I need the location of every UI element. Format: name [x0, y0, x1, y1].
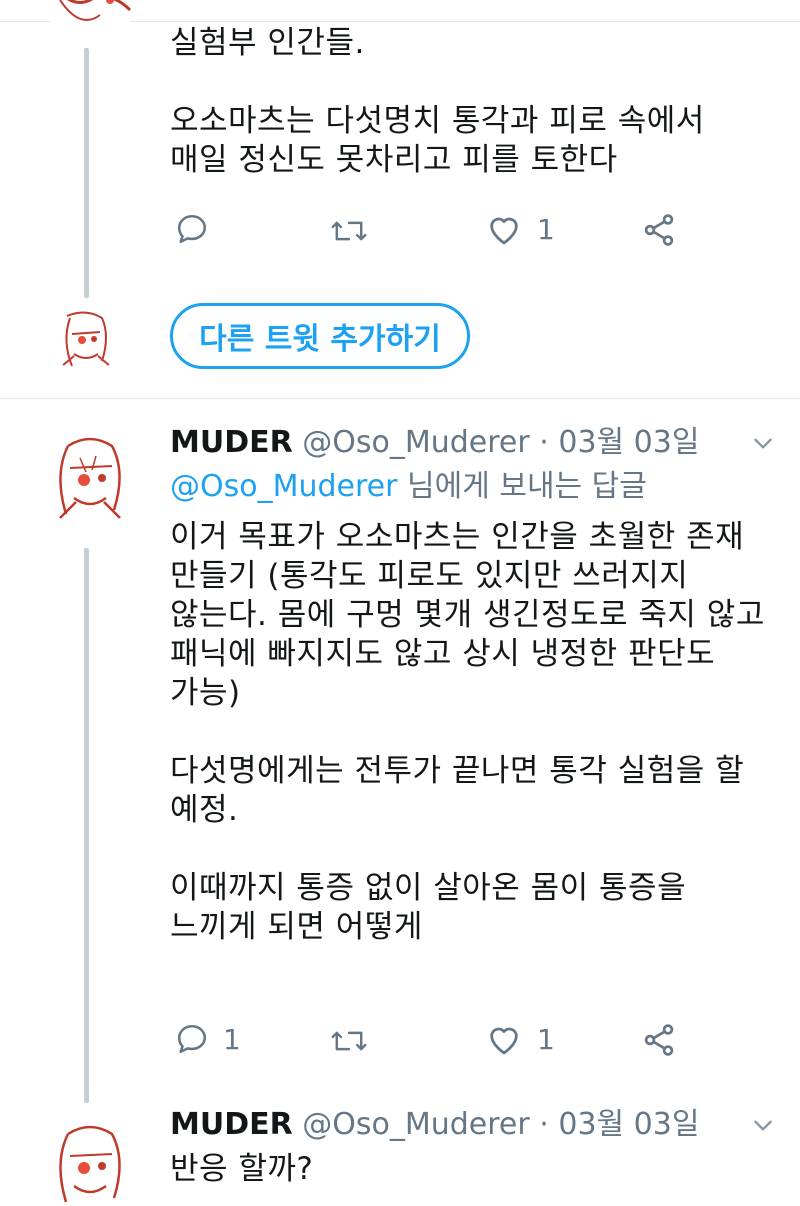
- display-name[interactable]: MUDER: [170, 1107, 293, 1142]
- tweet-text: 실험부 인간들. 오소마츠는 다섯명치 통각과 피로 속에서 매일 정신도 못차…: [170, 25, 705, 178]
- share-icon: [644, 214, 674, 246]
- like-button[interactable]: 1: [485, 1022, 555, 1056]
- tweet-header: MUDER @Oso_Muderer · 03월 03일: [170, 1106, 699, 1144]
- reply-count: 1: [223, 1022, 241, 1056]
- like-count: 1: [537, 212, 555, 246]
- reply-icon: [177, 214, 207, 244]
- like-button[interactable]: 1: [485, 212, 555, 246]
- divider: [0, 398, 800, 399]
- share-icon: [644, 1024, 674, 1056]
- user-handle[interactable]: @Oso_Muderer: [302, 425, 529, 460]
- tweet-date[interactable]: 03월 03일: [558, 1107, 699, 1142]
- thread-line: [84, 548, 89, 1103]
- user-handle[interactable]: @Oso_Muderer: [302, 1107, 529, 1142]
- separator-dot: ·: [539, 425, 549, 460]
- thread-line: [84, 48, 89, 298]
- avatar[interactable]: [40, 1116, 140, 1206]
- reply-button[interactable]: 1: [175, 1022, 241, 1056]
- like-count: 1: [537, 1022, 555, 1056]
- tweet-text: 반응 할까?: [170, 1151, 314, 1187]
- tweet-header: MUDER @Oso_Muderer · 03월 03일: [170, 424, 699, 462]
- reply-icon: [177, 1024, 207, 1054]
- chevron-down-icon[interactable]: [750, 1112, 776, 1138]
- separator-dot: ·: [539, 1107, 549, 1142]
- reply-context: @Oso_Muderer 님에게 보내는 답글: [170, 468, 647, 506]
- retweet-icon: [331, 1031, 367, 1051]
- add-another-tweet-button[interactable]: 다른 트윗 추가하기: [170, 303, 470, 369]
- retweet-icon: [331, 221, 367, 241]
- display-name[interactable]: MUDER: [170, 425, 293, 460]
- avatar[interactable]: [40, 428, 140, 528]
- reply-to-suffix: 님에게 보내는 답글: [397, 469, 647, 504]
- share-button[interactable]: [640, 1022, 678, 1058]
- heart-icon: [490, 1027, 518, 1055]
- reply-button[interactable]: [175, 212, 209, 246]
- tweet-date[interactable]: 03월 03일: [558, 425, 699, 460]
- share-button[interactable]: [640, 212, 678, 248]
- retweet-button[interactable]: [330, 1024, 368, 1058]
- reply-to-handle[interactable]: @Oso_Muderer: [170, 469, 397, 504]
- retweet-button[interactable]: [330, 214, 368, 248]
- tweet-text: 이거 목표가 오소마츠는 인간을 초월한 존재 만들기 (통각도 피로도 있지만…: [170, 519, 765, 945]
- heart-icon: [490, 217, 518, 245]
- avatar: [52, 306, 120, 374]
- chevron-down-icon[interactable]: [750, 430, 776, 456]
- avatar[interactable]: [40, 0, 140, 42]
